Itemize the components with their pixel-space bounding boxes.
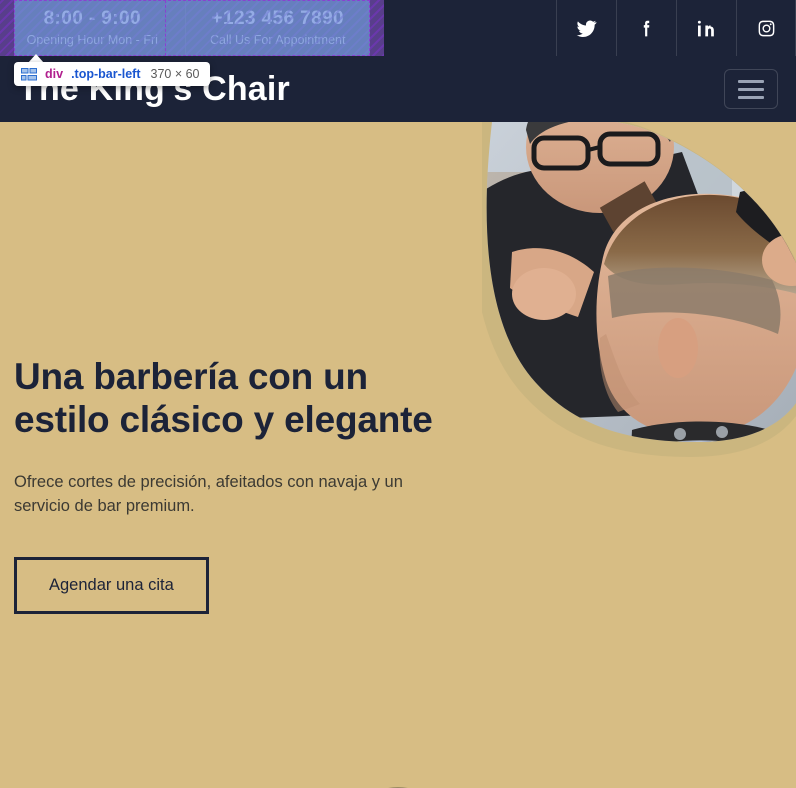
navbar-brand[interactable]: The King's Chair xyxy=(18,70,290,109)
social-link-linkedin[interactable] xyxy=(676,0,736,56)
linkedin-icon xyxy=(697,20,714,36)
top-bar-opening-hours: 8:00 - 9:00 Opening Hour Mon - Fri xyxy=(0,0,185,56)
top-bar: 8:00 - 9:00 Opening Hour Mon - Fri +123 … xyxy=(0,0,796,56)
web-page: 8:00 - 9:00 Opening Hour Mon - Fri +123 … xyxy=(0,0,796,788)
top-bar-spacer xyxy=(370,0,556,56)
top-bar-left: 8:00 - 9:00 Opening Hour Mon - Fri +123 … xyxy=(0,0,370,56)
opening-hours-label: Opening Hour Mon - Fri xyxy=(26,32,158,47)
hero-copy: Una barbería con un estilo clásico y ele… xyxy=(14,356,434,614)
instagram-icon xyxy=(758,20,774,36)
social-links xyxy=(556,0,796,56)
top-bar-phone[interactable]: +123 456 7890 Call Us For Appointment xyxy=(184,0,371,56)
twitter-icon xyxy=(576,19,597,37)
social-link-instagram[interactable] xyxy=(736,0,796,56)
opening-hours-value: 8:00 - 9:00 xyxy=(43,7,141,29)
hero-image-container xyxy=(482,122,796,562)
facebook-icon xyxy=(643,20,650,36)
phone-label: Call Us For Appointment xyxy=(210,32,346,47)
social-link-facebook[interactable] xyxy=(616,0,676,56)
hero-section: Una barbería con un estilo clásico y ele… xyxy=(0,122,796,788)
social-link-twitter[interactable] xyxy=(556,0,616,56)
hero-subtitle: Ofrece cortes de precisión, afeitados co… xyxy=(14,472,403,516)
hero-blob-image xyxy=(482,122,796,458)
book-appointment-button[interactable]: Agendar una cita xyxy=(14,556,209,614)
phone-number-value: +123 456 7890 xyxy=(211,7,345,29)
navbar-toggler-button[interactable] xyxy=(724,69,778,109)
hamburger-bar-3 xyxy=(738,95,764,99)
hero-title: Una barbería con un estilo clásico y ele… xyxy=(14,356,433,440)
navbar: The King's Chair xyxy=(0,56,796,122)
hamburger-bar-2 xyxy=(738,87,764,91)
hamburger-bar-1 xyxy=(738,79,764,83)
